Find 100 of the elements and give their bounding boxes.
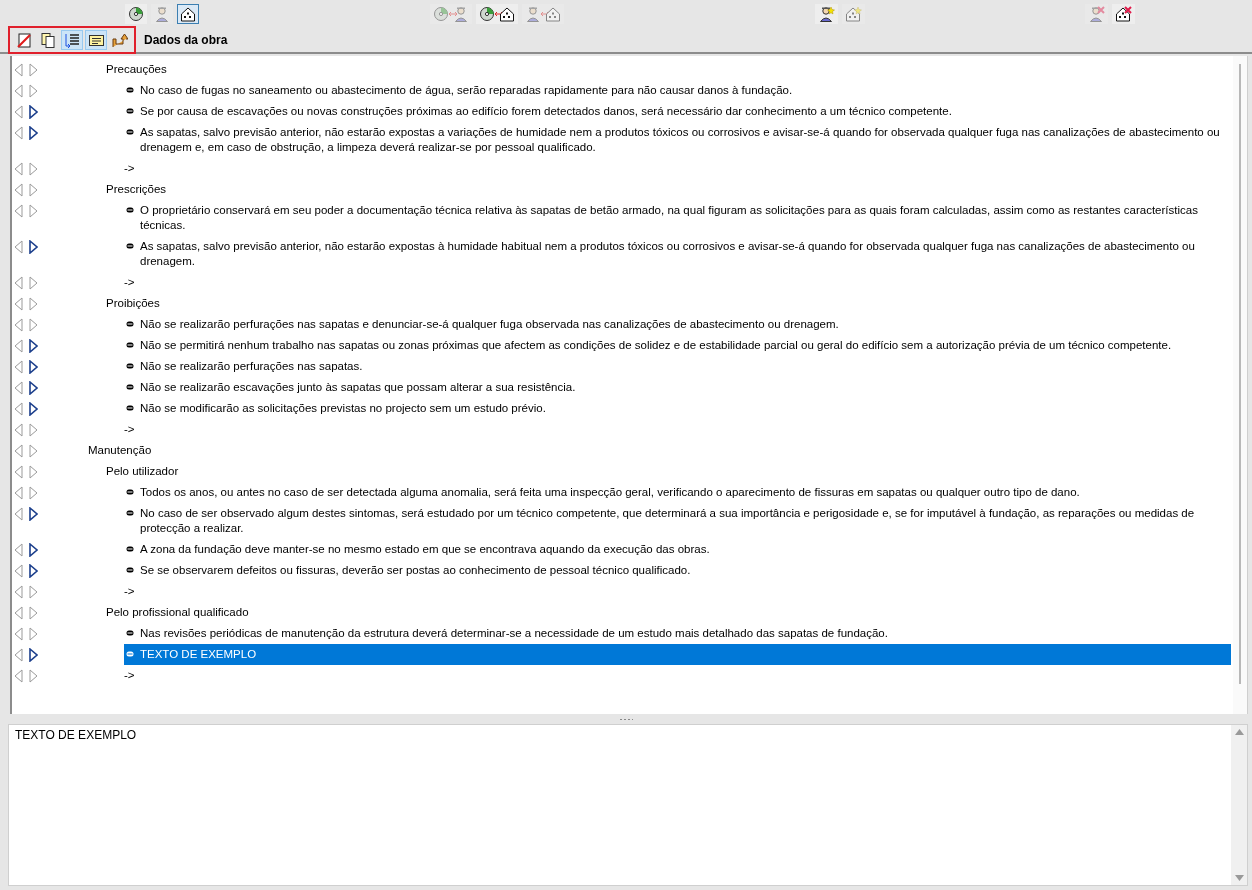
left-arrow-icon[interactable] [14,486,23,500]
outline-row[interactable]: -> [122,581,1225,602]
toolbar-button[interactable] [85,30,107,50]
left-arrow-icon[interactable] [14,126,23,140]
outline-row[interactable]: A zona da fundação deve manter-se no mesmo estado em que se encontrava aquando da execução das obras. [124,539,1225,560]
right-arrow-icon[interactable] [29,240,38,254]
right-arrow-icon[interactable] [29,360,38,374]
left-arrow-icon[interactable] [14,204,23,218]
outline-row[interactable]: Pelo utilizador [104,461,1225,482]
outline-row[interactable]: Todos os anos, ou antes no caso de ser detectada alguma anomalia, será feita uma inspecção geral, verificando o aparecimento de fissuras em sapatas ou qualquer outro tipo de dano. [124,482,1225,503]
left-arrow-icon[interactable] [14,339,23,353]
outline-row[interactable]: Manutenção [86,440,1225,461]
left-arrow-icon[interactable] [14,84,23,98]
outline-row[interactable]: Não se realizarão perfurações nas sapatas e denunciar-se-á qualquer fuga observada nas canalizações de abastecimento ou drenagem. [124,314,1225,335]
toolbar-button[interactable] [476,4,518,24]
outline-row[interactable]: Se por causa de escavações ou novas construções próximas ao edifício forem detectados danos, será necessário dar conhecimento a um técnico competente. [124,101,1225,122]
section-heading: Prescrições [106,182,168,197]
bullet-icon [126,630,134,636]
panel-title: Dados da obra [144,33,228,47]
outline-row[interactable]: Proibições [104,293,1225,314]
end-marker: -> [124,422,136,437]
item-text: No caso de fugas no saneamento ou abastecimento de água, serão reparadas rapidamente para não causar danos à fundação. [140,83,794,98]
bullet-icon [126,243,134,249]
right-arrow-icon[interactable] [29,564,38,578]
right-arrow-icon[interactable] [29,126,38,140]
left-arrow-icon[interactable] [14,381,23,395]
right-arrow-icon[interactable] [29,543,38,557]
outline-row[interactable]: Não se realizarão perfurações nas sapatas. [124,356,1225,377]
outline-row[interactable]: Precauções [104,59,1225,80]
item-text: Não se realizarão escavações junto às sapatas que possam alterar a sua resistência. [140,380,577,395]
outline-row[interactable]: -> [122,158,1225,179]
left-arrow-icon[interactable] [14,360,23,374]
outline-row[interactable]: Não se modificarão as solicitações previstas no projecto sem um estudo prévio. [124,398,1225,419]
toolbar-button[interactable] [61,30,83,50]
outline-row[interactable]: -> [122,419,1225,440]
item-text: O proprietário conservará em seu poder a documentação técnica relativa às sapatas de betão armado, na qual figuram as solicitações para as quais foram calculadas, assim como as restantes características técnicas. [140,203,1199,233]
right-arrow-icon[interactable] [29,648,38,662]
outline-row[interactable]: Nas revisões periódicas de manutenção da estrutura deverá determinar-se a necessidade de um estudo mais detalhado das sapatas de fundação. [124,623,1225,644]
left-arrow-icon[interactable] [14,543,23,557]
outline-row[interactable]: -> [122,665,1225,686]
outline-row[interactable]: TEXTO DE EXEMPLO [124,644,1231,665]
right-arrow-icon[interactable] [29,507,38,521]
splitter-grip-icon[interactable] [619,717,633,721]
left-arrow-icon[interactable] [14,669,23,683]
item-text: Não se realizarão perfurações nas sapatas e denunciar-se-á qualquer fuga observada nas canalizações de abastecimento ou drenagem. [140,317,840,332]
toolbar-button[interactable] [815,4,838,24]
text-icon [88,32,104,48]
outline-row[interactable]: Se se observarem defeitos ou fissuras, deverão ser postas ao conhecimento de pessoal técnico qualificado. [124,560,1225,581]
left-arrow-icon[interactable] [14,444,23,458]
left-arrow-icon[interactable] [14,183,23,197]
left-arrow-icon[interactable] [14,63,23,77]
toolbar-button[interactable] [177,4,199,24]
bullet-icon [126,489,134,495]
copy-icon [40,32,56,48]
left-arrow-icon[interactable] [14,162,23,176]
left-arrow-icon[interactable] [14,276,23,290]
outline-row[interactable]: Não se permitirá nenhum trabalho nas sapatas ou zonas próximas que afectem as condições de solidez e de estabilidade parcial ou geral do edifício sem a autorização prévia de um técnico competente. [124,335,1225,356]
right-arrow-icon[interactable] [29,339,38,353]
item-text: As sapatas, salvo previsão anterior, não estarão expostas à humidade habitual nem a produtos tóxicos ou corrosivos e avisar-se-á quando for observada qualquer fuga nas canalizações de abastecimento ou drenagem. [140,239,1196,269]
disc-person-link-icon [433,6,469,22]
outline-row[interactable]: Não se realizarão escavações junto às sapatas que possam alterar a sua resistência. [124,377,1225,398]
left-arrow-icon[interactable] [14,627,23,641]
left-arrow-icon[interactable] [14,507,23,521]
left-arrow-icon[interactable] [14,465,23,479]
outline-row[interactable]: Pelo profissional qualificado [104,602,1225,623]
left-arrow-icon[interactable] [14,105,23,119]
section-heading: Pelo utilizador [106,464,180,479]
left-arrow-icon[interactable] [14,585,23,599]
scrollbar[interactable] [1231,725,1247,885]
left-arrow-icon[interactable] [14,564,23,578]
bullet-icon [126,108,134,114]
toolbar-button[interactable] [125,4,147,24]
left-arrow-icon[interactable] [14,423,23,437]
left-arrow-icon[interactable] [14,297,23,311]
left-arrow-icon[interactable] [14,318,23,332]
toolbar-button[interactable] [1112,4,1135,24]
item-text: Se se observarem defeitos ou fissuras, deverão ser postas ao conhecimento de pessoal técnico qualificado. [140,563,692,578]
outline-row[interactable]: No caso de fugas no saneamento ou abastecimento de água, serão reparadas rapidamente para não causar danos à fundação. [124,80,1225,101]
item-text: A zona da fundação deve manter-se no mesmo estado em que se encontrava aquando da execução das obras. [140,542,711,557]
house-cross-icon [1115,6,1132,22]
right-arrow-icon[interactable] [29,105,38,119]
section-heading: Manutenção [88,443,153,458]
left-arrow-icon[interactable] [14,240,23,254]
left-arrow-icon[interactable] [14,402,23,416]
house-icon [180,6,196,22]
bullet-icon [126,207,134,213]
right-arrow-icon[interactable] [29,402,38,416]
scroll-up-icon[interactable] [1234,729,1244,735]
end-marker: -> [124,668,136,683]
clear-icon [16,32,32,48]
scrollbar[interactable] [1233,56,1247,714]
right-arrow-icon[interactable] [29,381,38,395]
item-text: TEXTO DE EXEMPLO [140,647,258,662]
left-arrow-icon[interactable] [14,606,23,620]
person-cross-icon [1088,6,1105,22]
outline-row[interactable]: -> [122,272,1225,293]
left-arrow-icon[interactable] [14,648,23,662]
text-editor[interactable]: TEXTO DE EXEMPLO [8,724,1248,886]
outline-row[interactable]: Prescrições [104,179,1225,200]
scroll-down-icon[interactable] [1234,875,1244,881]
